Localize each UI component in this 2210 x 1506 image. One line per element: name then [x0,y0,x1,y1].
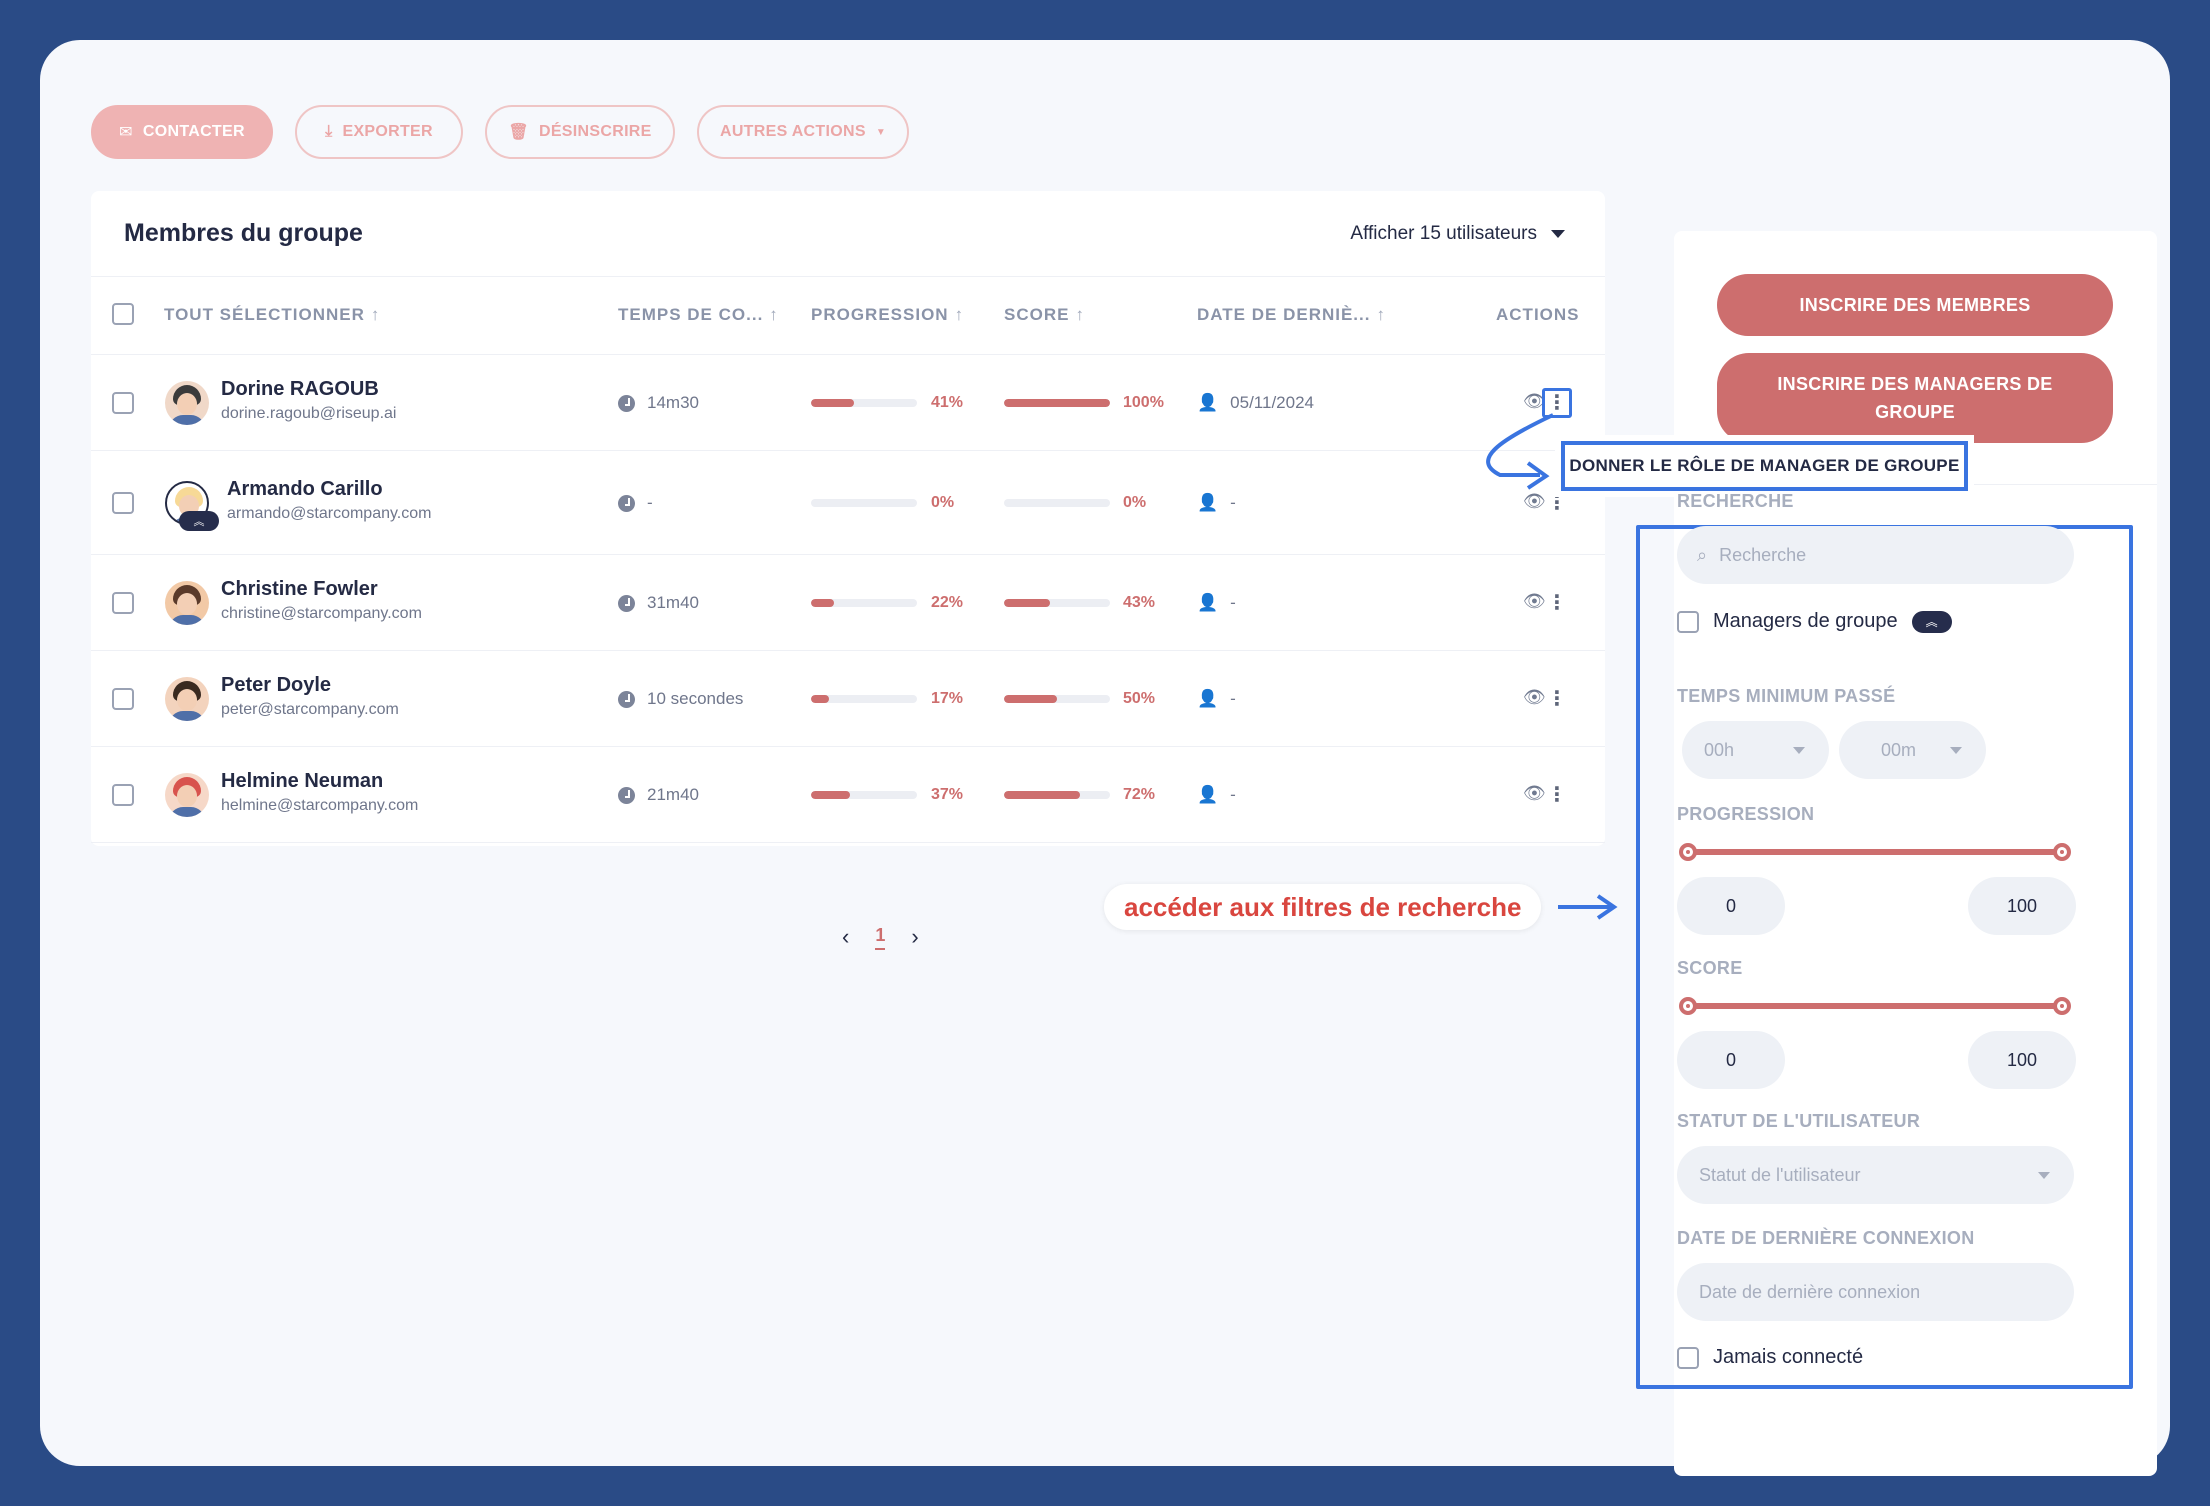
caret-down-icon [2038,1172,2050,1179]
hours-select[interactable]: 00h [1682,721,1829,779]
minutes-select[interactable]: 00m [1839,721,1986,779]
last-login-filter-label: DATE DE DERNIÈRE CONNEXION [1677,1228,1975,1248]
never-connected-checkbox[interactable] [1677,1346,1699,1369]
progress-min-handle[interactable] [1679,843,1697,861]
status-select[interactable]: Statut de l'utilisateur [1677,1146,2074,1204]
never-connected-label: Jamais connecté [1713,1346,1864,1368]
hours-value: 00h [1704,739,1735,760]
managers-label: Managers de groupe [1713,610,1898,632]
progress-min-input[interactable]: 0 [1677,877,1785,935]
last-login-placeholder: Date de dernière connexion [1699,1281,1921,1302]
managers-filter[interactable]: Managers de groupe ︽ [1677,610,1952,633]
score-max-handle[interactable] [2053,997,2071,1015]
progress-slider[interactable] [1679,843,2071,861]
status-label: STATUT DE L'UTILISATEUR [1677,1111,1921,1131]
progress-filter-label: PROGRESSION [1677,804,1815,824]
last-login-input[interactable]: Date de dernière connexion [1677,1263,2074,1321]
caret-down-icon [1793,747,1805,754]
filters-hint: accéder aux filtres de recherche [1104,884,1542,930]
progress-max-handle[interactable] [2053,843,2071,861]
min-time-label: TEMPS MINIMUM PASSÉ [1677,686,1896,706]
search-label: RECHERCHE [1677,491,1794,511]
managers-checkbox[interactable] [1677,610,1699,633]
manager-role-tooltip[interactable]: DONNER LE RÔLE DE MANAGER DE GROUPE [1561,441,1968,491]
score-max-input[interactable]: 100 [1968,1031,2076,1089]
filters-highlight [1636,525,2133,1389]
score-min-handle[interactable] [1679,997,1697,1015]
manager-badge-icon: ︽ [1911,610,1952,633]
minutes-value: 00m [1881,739,1917,760]
score-filter-label: SCORE [1677,958,1743,978]
progress-max-input[interactable]: 100 [1968,877,2076,935]
search-icon: ⌕ [1697,544,1708,565]
curved-arrow [1486,413,1554,477]
search-input[interactable]: ⌕ Recherche [1677,526,2074,584]
status-placeholder: Statut de l'utilisateur [1699,1164,1861,1185]
score-min-input[interactable]: 0 [1677,1031,1785,1089]
caret-down-icon [1950,747,1962,754]
never-connected-filter[interactable]: Jamais connecté [1677,1346,1863,1369]
search-placeholder: Recherche [1719,544,1807,565]
score-slider[interactable] [1679,997,2071,1015]
